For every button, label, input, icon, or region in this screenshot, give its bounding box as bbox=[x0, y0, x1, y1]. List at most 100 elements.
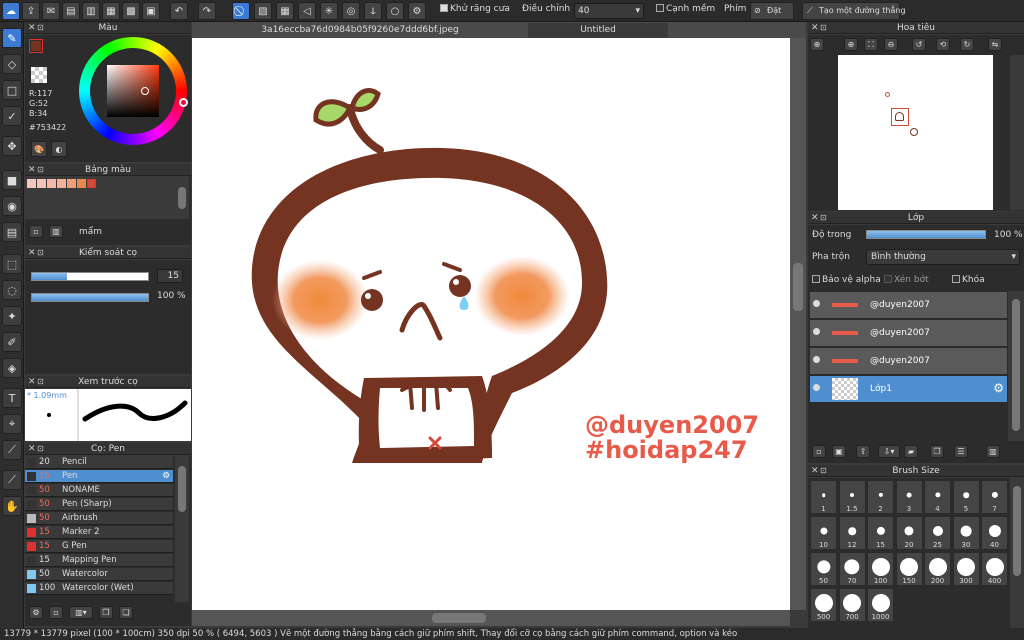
palette-swatch[interactable] bbox=[57, 179, 66, 188]
film-icon[interactable]: ▥ bbox=[82, 2, 100, 20]
brush-list-scrollbar[interactable] bbox=[175, 456, 189, 602]
close-icon[interactable]: ✕ bbox=[28, 247, 36, 259]
close-icon[interactable]: ✕ bbox=[811, 22, 819, 34]
share-icon[interactable]: ⇪ bbox=[22, 2, 40, 20]
eraser-tool-icon[interactable]: ◇ bbox=[2, 54, 22, 74]
brush-size-scrollbar[interactable] bbox=[1010, 478, 1024, 628]
brush-item[interactable]: 15 Mapping Pen bbox=[25, 554, 173, 567]
select-pen-icon[interactable]: ✐ bbox=[2, 332, 22, 352]
new-page-icon[interactable]: ▫ bbox=[29, 225, 43, 238]
brush-size-cell[interactable]: 4 bbox=[924, 480, 951, 514]
make-line-button[interactable]: ⟋ Tạo một đường thẳng bbox=[802, 2, 906, 20]
layer-row[interactable]: @duyen2007 bbox=[810, 348, 1007, 375]
grid-icon[interactable]: ▩ bbox=[122, 2, 140, 20]
folder-icon[interactable]: ▰ bbox=[904, 445, 918, 458]
palette-swatch[interactable] bbox=[37, 179, 46, 188]
drawing-canvas[interactable]: @duyen2007 #hoidap247 bbox=[192, 38, 790, 610]
color-picker-marker[interactable] bbox=[141, 87, 149, 95]
pin-icon[interactable]: ⊡ bbox=[820, 212, 827, 224]
canvas-vertical-scrollbar[interactable] bbox=[790, 38, 806, 610]
brush-item[interactable]: 100 Watercolor (Wet) bbox=[25, 582, 173, 595]
smooth-toggle[interactable]: Cạnh mềm bbox=[656, 4, 715, 14]
brush-size-slider[interactable] bbox=[31, 272, 149, 281]
brush-tool-icon[interactable]: ✎ bbox=[2, 28, 22, 48]
import-icon[interactable]: ⇪ bbox=[856, 445, 870, 458]
close-icon[interactable]: ✕ bbox=[28, 443, 36, 455]
eye-icon[interactable] bbox=[813, 328, 820, 335]
brush-size-cell[interactable]: 200 bbox=[924, 552, 951, 586]
brush-size-cell[interactable]: 300 bbox=[952, 552, 980, 586]
brush-size-cell[interactable]: 1 bbox=[810, 480, 837, 514]
brush-item[interactable]: 50 Pen (Sharp) bbox=[25, 498, 173, 511]
brush-size-cell[interactable]: 20 bbox=[895, 516, 923, 550]
cross-snap-icon[interactable]: ▦ bbox=[276, 2, 294, 20]
pin-icon[interactable]: ⊡ bbox=[820, 465, 827, 477]
flip-icon[interactable]: ⇋ bbox=[988, 38, 1002, 51]
ellipse-snap-icon[interactable]: ○ bbox=[386, 2, 404, 20]
brush-item[interactable]: 15 G Pen bbox=[25, 540, 173, 553]
chat-icon[interactable]: ✉ bbox=[42, 2, 60, 20]
layer-row[interactable]: @duyen2007 bbox=[810, 320, 1007, 347]
delete-layer-icon[interactable]: ▥ bbox=[986, 445, 1000, 458]
brush-size-cell[interactable]: 70 bbox=[838, 552, 866, 586]
brush-menu-icon[interactable]: ▥▾ bbox=[69, 606, 93, 619]
brush-size-value[interactable]: 15 bbox=[157, 269, 183, 283]
brush-settings-icon[interactable]: ⚙ bbox=[29, 606, 43, 619]
eye-icon[interactable] bbox=[813, 356, 820, 363]
brush-size-cell[interactable]: 50 bbox=[810, 552, 837, 586]
divide-tool-icon[interactable]: ⌖ bbox=[2, 414, 22, 434]
brush-item[interactable]: 15 Marker 2 bbox=[25, 526, 173, 539]
curve-snap-icon[interactable]: ↆ bbox=[364, 2, 382, 20]
brush-size-cell[interactable]: 5 bbox=[952, 480, 980, 514]
radial-snap-icon[interactable]: ✳ bbox=[320, 2, 338, 20]
brush-size-cell[interactable]: 1.5 bbox=[838, 480, 866, 514]
eyedropper-alt-icon[interactable]: ⟋ bbox=[2, 470, 22, 490]
redo-icon[interactable]: ↷ bbox=[198, 2, 216, 20]
fit-icon[interactable]: ⛶ bbox=[864, 38, 878, 51]
pin-icon[interactable]: ⊡ bbox=[37, 443, 44, 455]
rotate-reset-icon[interactable]: ⟲ bbox=[936, 38, 950, 51]
blend-mode-select[interactable]: Bình thường ▾ bbox=[866, 249, 1020, 265]
zoom-in-alt-icon[interactable]: ⊕ bbox=[844, 38, 858, 51]
brush-size-cell[interactable]: 100 bbox=[867, 552, 894, 586]
color-wheel[interactable] bbox=[79, 37, 191, 149]
rotate-left-icon[interactable]: ↺ bbox=[912, 38, 926, 51]
brush-size-cell[interactable]: 15 bbox=[867, 516, 894, 550]
protect-alpha-checkbox[interactable] bbox=[812, 275, 820, 283]
brush-size-cell[interactable]: 10 bbox=[810, 516, 837, 550]
brush-item[interactable]: 50 Watercolor bbox=[25, 568, 173, 581]
selection-pen-icon[interactable]: ✓ bbox=[2, 106, 22, 126]
palette-scrollbar[interactable] bbox=[175, 177, 189, 219]
antialias-checkbox[interactable] bbox=[440, 4, 448, 12]
magic-wand-icon[interactable]: ✦ bbox=[2, 306, 22, 326]
layer-opacity-slider[interactable] bbox=[866, 230, 986, 239]
palette-swatch[interactable] bbox=[77, 179, 86, 188]
tiles-icon[interactable]: ▣ bbox=[142, 2, 160, 20]
close-icon[interactable]: ✕ bbox=[811, 465, 819, 477]
brush-item[interactable]: 20 Pencil bbox=[25, 456, 173, 469]
palette-swatch[interactable] bbox=[67, 179, 76, 188]
gear-snap-icon[interactable]: ⚙ bbox=[408, 2, 426, 20]
undo-icon[interactable]: ↶ bbox=[170, 2, 188, 20]
new-layer-alt-icon[interactable]: ▣ bbox=[832, 445, 846, 458]
new-brush-icon[interactable]: ▫ bbox=[49, 606, 63, 619]
brush-size-cell[interactable]: 700 bbox=[838, 588, 866, 622]
brush-size-cell[interactable]: 400 bbox=[981, 552, 1008, 586]
brush-item[interactable]: 15 Pen ⚙ bbox=[25, 470, 173, 483]
palette-swatch[interactable] bbox=[87, 179, 96, 188]
pin-icon[interactable]: ⊡ bbox=[37, 247, 44, 259]
smooth-checkbox[interactable] bbox=[656, 4, 664, 12]
eyedropper-icon[interactable]: ⟋ bbox=[2, 440, 22, 460]
palette-swatch[interactable] bbox=[27, 179, 36, 188]
brush-size-cell[interactable]: 2 bbox=[867, 480, 894, 514]
trash-icon[interactable]: ▥ bbox=[49, 225, 63, 238]
layers-scrollbar[interactable] bbox=[1008, 291, 1024, 441]
adjust-select[interactable]: 40 ▾ bbox=[574, 3, 644, 19]
layer-row[interactable]: Lớp1 ⚙ bbox=[810, 376, 1007, 403]
reset-button[interactable]: ⊘Đặt lại bbox=[750, 2, 794, 31]
copy-icon[interactable]: ❏ bbox=[119, 606, 133, 619]
close-icon[interactable]: ✕ bbox=[28, 22, 36, 34]
brush-size-cell[interactable]: 1000 bbox=[867, 588, 894, 622]
protect-alpha-toggle[interactable]: Bảo vệ alpha bbox=[812, 275, 881, 285]
layers-icon[interactable]: ▦ bbox=[102, 2, 120, 20]
